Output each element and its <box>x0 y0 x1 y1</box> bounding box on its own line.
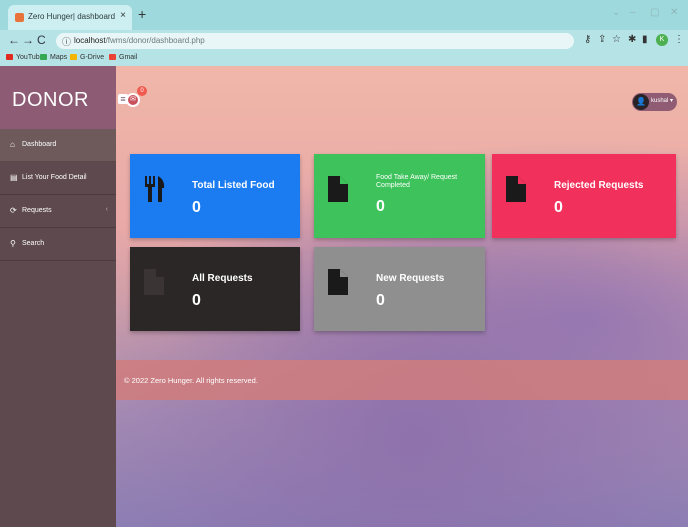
browser-tab[interactable]: Zero Hunger| dashboard × <box>8 5 132 30</box>
maximize-icon[interactable]: ▢ <box>650 7 659 18</box>
tab-bar: Zero Hunger| dashboard × + ⌄ – ▢ ✕ <box>0 0 688 30</box>
star-icon[interactable]: ☆ <box>612 34 621 45</box>
card-value: 0 <box>554 199 563 216</box>
tab-title: Zero Hunger| dashboard <box>28 12 116 21</box>
sidebar-item-list-food[interactable]: ▤ List Your Food Detail <box>0 162 116 195</box>
utensils-icon <box>145 176 165 202</box>
bookmarks-bar: YouTube Maps G-Drive Gmail <box>0 52 688 66</box>
brand-header: DONOR <box>0 66 116 129</box>
address-row: ← → C ⓘ localhost/fwms/donor/dashboard.p… <box>0 30 688 52</box>
card-title: Total Listed Food <box>192 180 275 191</box>
sidebar-item-dashboard[interactable]: ⌂ Dashboard <box>0 129 116 162</box>
key-icon[interactable]: ⚷ <box>584 34 591 45</box>
card-title: Food Take Away/ Request Completed <box>376 174 458 189</box>
close-window-icon[interactable]: ✕ <box>670 7 678 18</box>
app-area: DONOR ⌂ Dashboard ▤ List Your Food Detai… <box>0 66 688 527</box>
list-icon: ▤ <box>10 173 18 182</box>
card-value: 0 <box>192 199 201 216</box>
brand-title: DONOR <box>12 89 89 111</box>
extensions-icon[interactable]: ✱ <box>628 34 636 45</box>
home-icon: ⌂ <box>10 140 15 149</box>
minimize-icon[interactable]: – <box>630 7 636 18</box>
user-menu[interactable]: 👤 kushal ▾ <box>632 93 677 111</box>
share-icon[interactable]: ⇪ <box>598 34 606 45</box>
site-info-icon[interactable]: ⓘ <box>62 35 71 48</box>
menu-kebab-icon[interactable]: ⋮ <box>674 34 684 45</box>
card-food-take-away-completed[interactable]: Food Take Away/ Request Completed 0 <box>314 154 485 238</box>
sidebar-item-label: Search <box>22 240 45 247</box>
bookmark-youtube[interactable]: YouTube <box>6 54 44 61</box>
card-new-requests[interactable]: New Requests 0 <box>314 247 485 331</box>
back-icon[interactable]: ← <box>8 33 20 47</box>
card-title: New Requests <box>376 273 445 284</box>
reload-icon[interactable]: C <box>37 33 46 47</box>
new-tab-button[interactable]: + <box>138 6 146 22</box>
card-rejected-requests[interactable]: Rejected Requests 0 <box>492 154 676 238</box>
top-navbar: ≡ ✉ 0 👤 kushal ▾ <box>116 66 688 129</box>
chevron-down-icon: ▾ <box>670 98 674 104</box>
card-value: 0 <box>376 198 385 215</box>
document-icon <box>328 269 348 295</box>
drive-icon <box>70 54 77 60</box>
forward-icon[interactable]: → <box>22 33 34 47</box>
messages-icon[interactable]: ✉ <box>126 93 140 107</box>
url-text: localhost/fwms/donor/dashboard.php <box>74 36 205 45</box>
user-name: kushal <box>651 98 669 104</box>
chevron-left-icon: ‹ <box>105 206 108 213</box>
card-value: 0 <box>376 292 385 309</box>
sidebar-item-label: Dashboard <box>22 141 57 148</box>
bookmark-gdrive[interactable]: G-Drive <box>70 54 104 61</box>
messages-count-badge: 0 <box>137 86 147 96</box>
tab-close-icon[interactable]: × <box>120 10 126 21</box>
gmail-icon <box>109 54 116 60</box>
maps-icon <box>40 54 47 60</box>
sidebar: DONOR ⌂ Dashboard ▤ List Your Food Detai… <box>0 66 116 527</box>
user-avatar-icon: 👤 <box>633 94 649 110</box>
youtube-icon <box>6 54 13 60</box>
sidebar-item-label: List Your Food Detail <box>22 174 87 181</box>
document-icon <box>328 176 348 202</box>
card-title: Rejected Requests <box>554 180 644 191</box>
sidepanel-icon[interactable]: ▮ <box>642 34 648 45</box>
document-icon <box>506 176 526 202</box>
card-total-listed-food[interactable]: Total Listed Food 0 <box>130 154 300 238</box>
bookmark-gmail[interactable]: Gmail <box>109 54 137 61</box>
card-value: 0 <box>192 292 201 309</box>
sidebar-item-requests[interactable]: ⟳ Requests ‹ <box>0 195 116 228</box>
site-favicon-icon <box>15 13 24 22</box>
card-title: All Requests <box>192 273 253 284</box>
sidebar-item-search[interactable]: ⚲ Search <box>0 228 116 261</box>
browser-chrome: Zero Hunger| dashboard × + ⌄ – ▢ ✕ ← → C… <box>0 0 688 66</box>
footer-copyright: © 2022 Zero Hunger. All rights reserved. <box>124 376 258 385</box>
search-icon: ⚲ <box>10 239 16 248</box>
collapse-tabs-icon[interactable]: ⌄ <box>612 7 620 18</box>
address-bar[interactable]: ⓘ localhost/fwms/donor/dashboard.php <box>56 33 574 49</box>
requests-icon: ⟳ <box>10 206 17 215</box>
footer: © 2022 Zero Hunger. All rights reserved. <box>116 360 688 400</box>
bookmark-maps[interactable]: Maps <box>40 54 67 61</box>
profile-avatar[interactable]: K <box>656 34 668 46</box>
document-icon <box>144 269 164 295</box>
sidebar-item-label: Requests <box>22 207 52 214</box>
card-all-requests[interactable]: All Requests 0 <box>130 247 300 331</box>
